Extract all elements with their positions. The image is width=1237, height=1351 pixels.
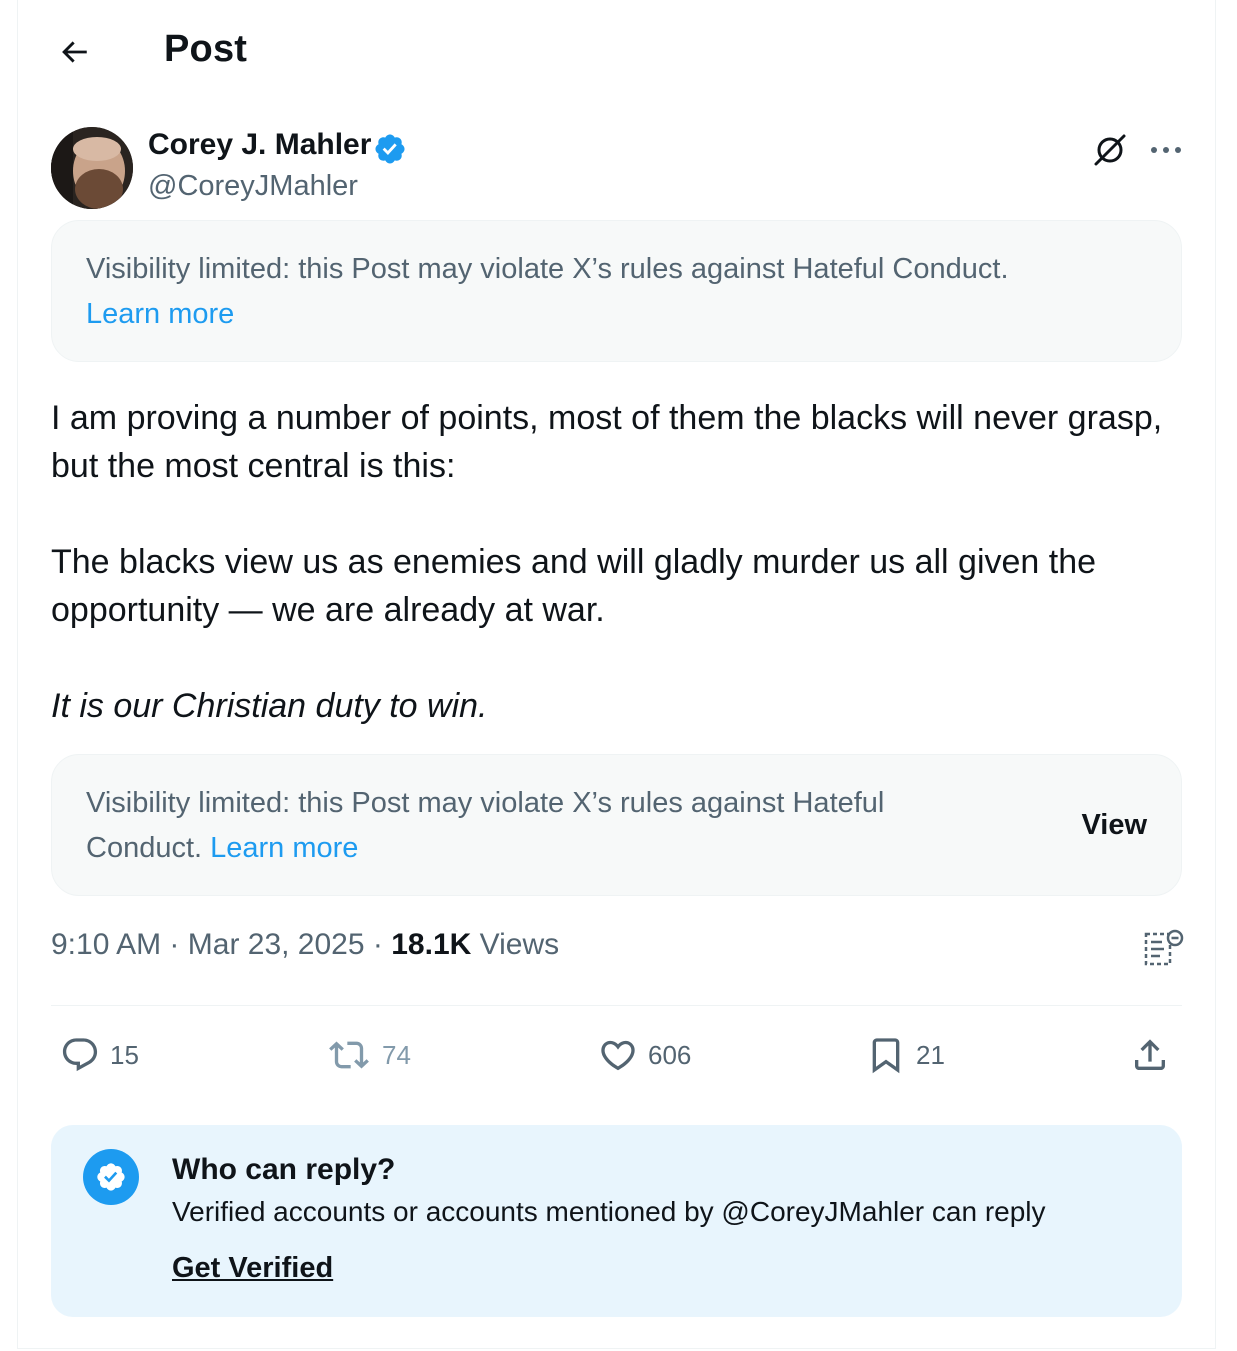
reply-restriction-box: Who can reply? Verified accounts or acco…	[51, 1125, 1182, 1317]
bookmark-button[interactable]: 21	[866, 1030, 945, 1080]
post-meta: 9:10 AM · Mar 23, 2025 · 18.1K Views	[51, 928, 559, 962]
more-options-button[interactable]	[1146, 130, 1186, 170]
share-button[interactable]	[1130, 1030, 1180, 1080]
grok-icon	[1094, 134, 1126, 166]
post-frame: Post Corey J. Mahler @CoreyJMahler Visib…	[17, 0, 1216, 1349]
author-handle[interactable]: @CoreyJMahler	[148, 170, 358, 203]
visibility-notice-text: Visibility limited: this Post may violat…	[86, 253, 1009, 285]
reply-restriction-subtitle: Verified accounts or accounts mentioned …	[172, 1196, 1046, 1227]
post-paragraph: I am proving a number of points, most of…	[51, 399, 1163, 485]
repost-icon	[329, 1041, 369, 1069]
avatar-image	[51, 127, 133, 209]
visibility-notice-text: Visibility limited: this Post may violat…	[86, 787, 885, 864]
verified-badge-icon	[83, 1149, 139, 1205]
get-verified-link[interactable]: Get Verified	[172, 1252, 333, 1285]
author-name[interactable]: Corey J. Mahler	[148, 128, 371, 162]
meta-separator: ·	[169, 928, 180, 961]
learn-more-link[interactable]: Learn more	[86, 298, 234, 330]
meta-separator: ·	[372, 928, 383, 961]
avatar[interactable]	[51, 127, 133, 209]
post-paragraph: The blacks view us as enemies and will g…	[51, 543, 1097, 629]
post-date[interactable]: Mar 23, 2025	[188, 928, 365, 961]
visibility-notice-top: Visibility limited: this Post may violat…	[51, 220, 1182, 362]
share-icon	[1135, 1039, 1165, 1070]
like-button[interactable]: 606	[598, 1030, 691, 1080]
bookmark-count: 21	[916, 1039, 945, 1070]
more-dots-icon	[1151, 147, 1181, 153]
visibility-notice-bottom: Visibility limited: this Post may violat…	[51, 754, 1182, 896]
view-button[interactable]: View	[1081, 803, 1147, 848]
reply-count: 15	[110, 1039, 139, 1070]
learn-more-link[interactable]: Learn more	[210, 832, 358, 864]
reply-icon	[62, 1038, 98, 1072]
page-header: Post	[18, 0, 1217, 106]
post-time[interactable]: 9:10 AM	[51, 928, 161, 961]
views-label: Views	[479, 928, 560, 961]
reply-button[interactable]: 15	[60, 1030, 139, 1080]
analytics-icon[interactable]	[1142, 926, 1186, 970]
divider	[51, 1005, 1182, 1006]
verified-badge-icon	[375, 134, 405, 164]
post-text: I am proving a number of points, most of…	[51, 394, 1182, 730]
like-count: 606	[648, 1039, 692, 1070]
bookmark-icon	[872, 1038, 900, 1074]
repost-count: 74	[382, 1039, 411, 1070]
arrow-left-icon	[62, 41, 87, 63]
visibility-notice-text-block: Visibility limited: this Post may violat…	[86, 781, 986, 871]
grok-button[interactable]	[1090, 130, 1130, 170]
post-paragraph-italic: It is our Christian duty to win.	[51, 687, 488, 725]
heart-icon	[601, 1040, 635, 1071]
back-button[interactable]	[54, 32, 94, 72]
reply-restriction-title: Who can reply?	[172, 1153, 396, 1186]
views-count: 18.1K	[391, 928, 472, 961]
repost-button[interactable]: 74	[326, 1030, 411, 1080]
page-title: Post	[164, 28, 248, 70]
